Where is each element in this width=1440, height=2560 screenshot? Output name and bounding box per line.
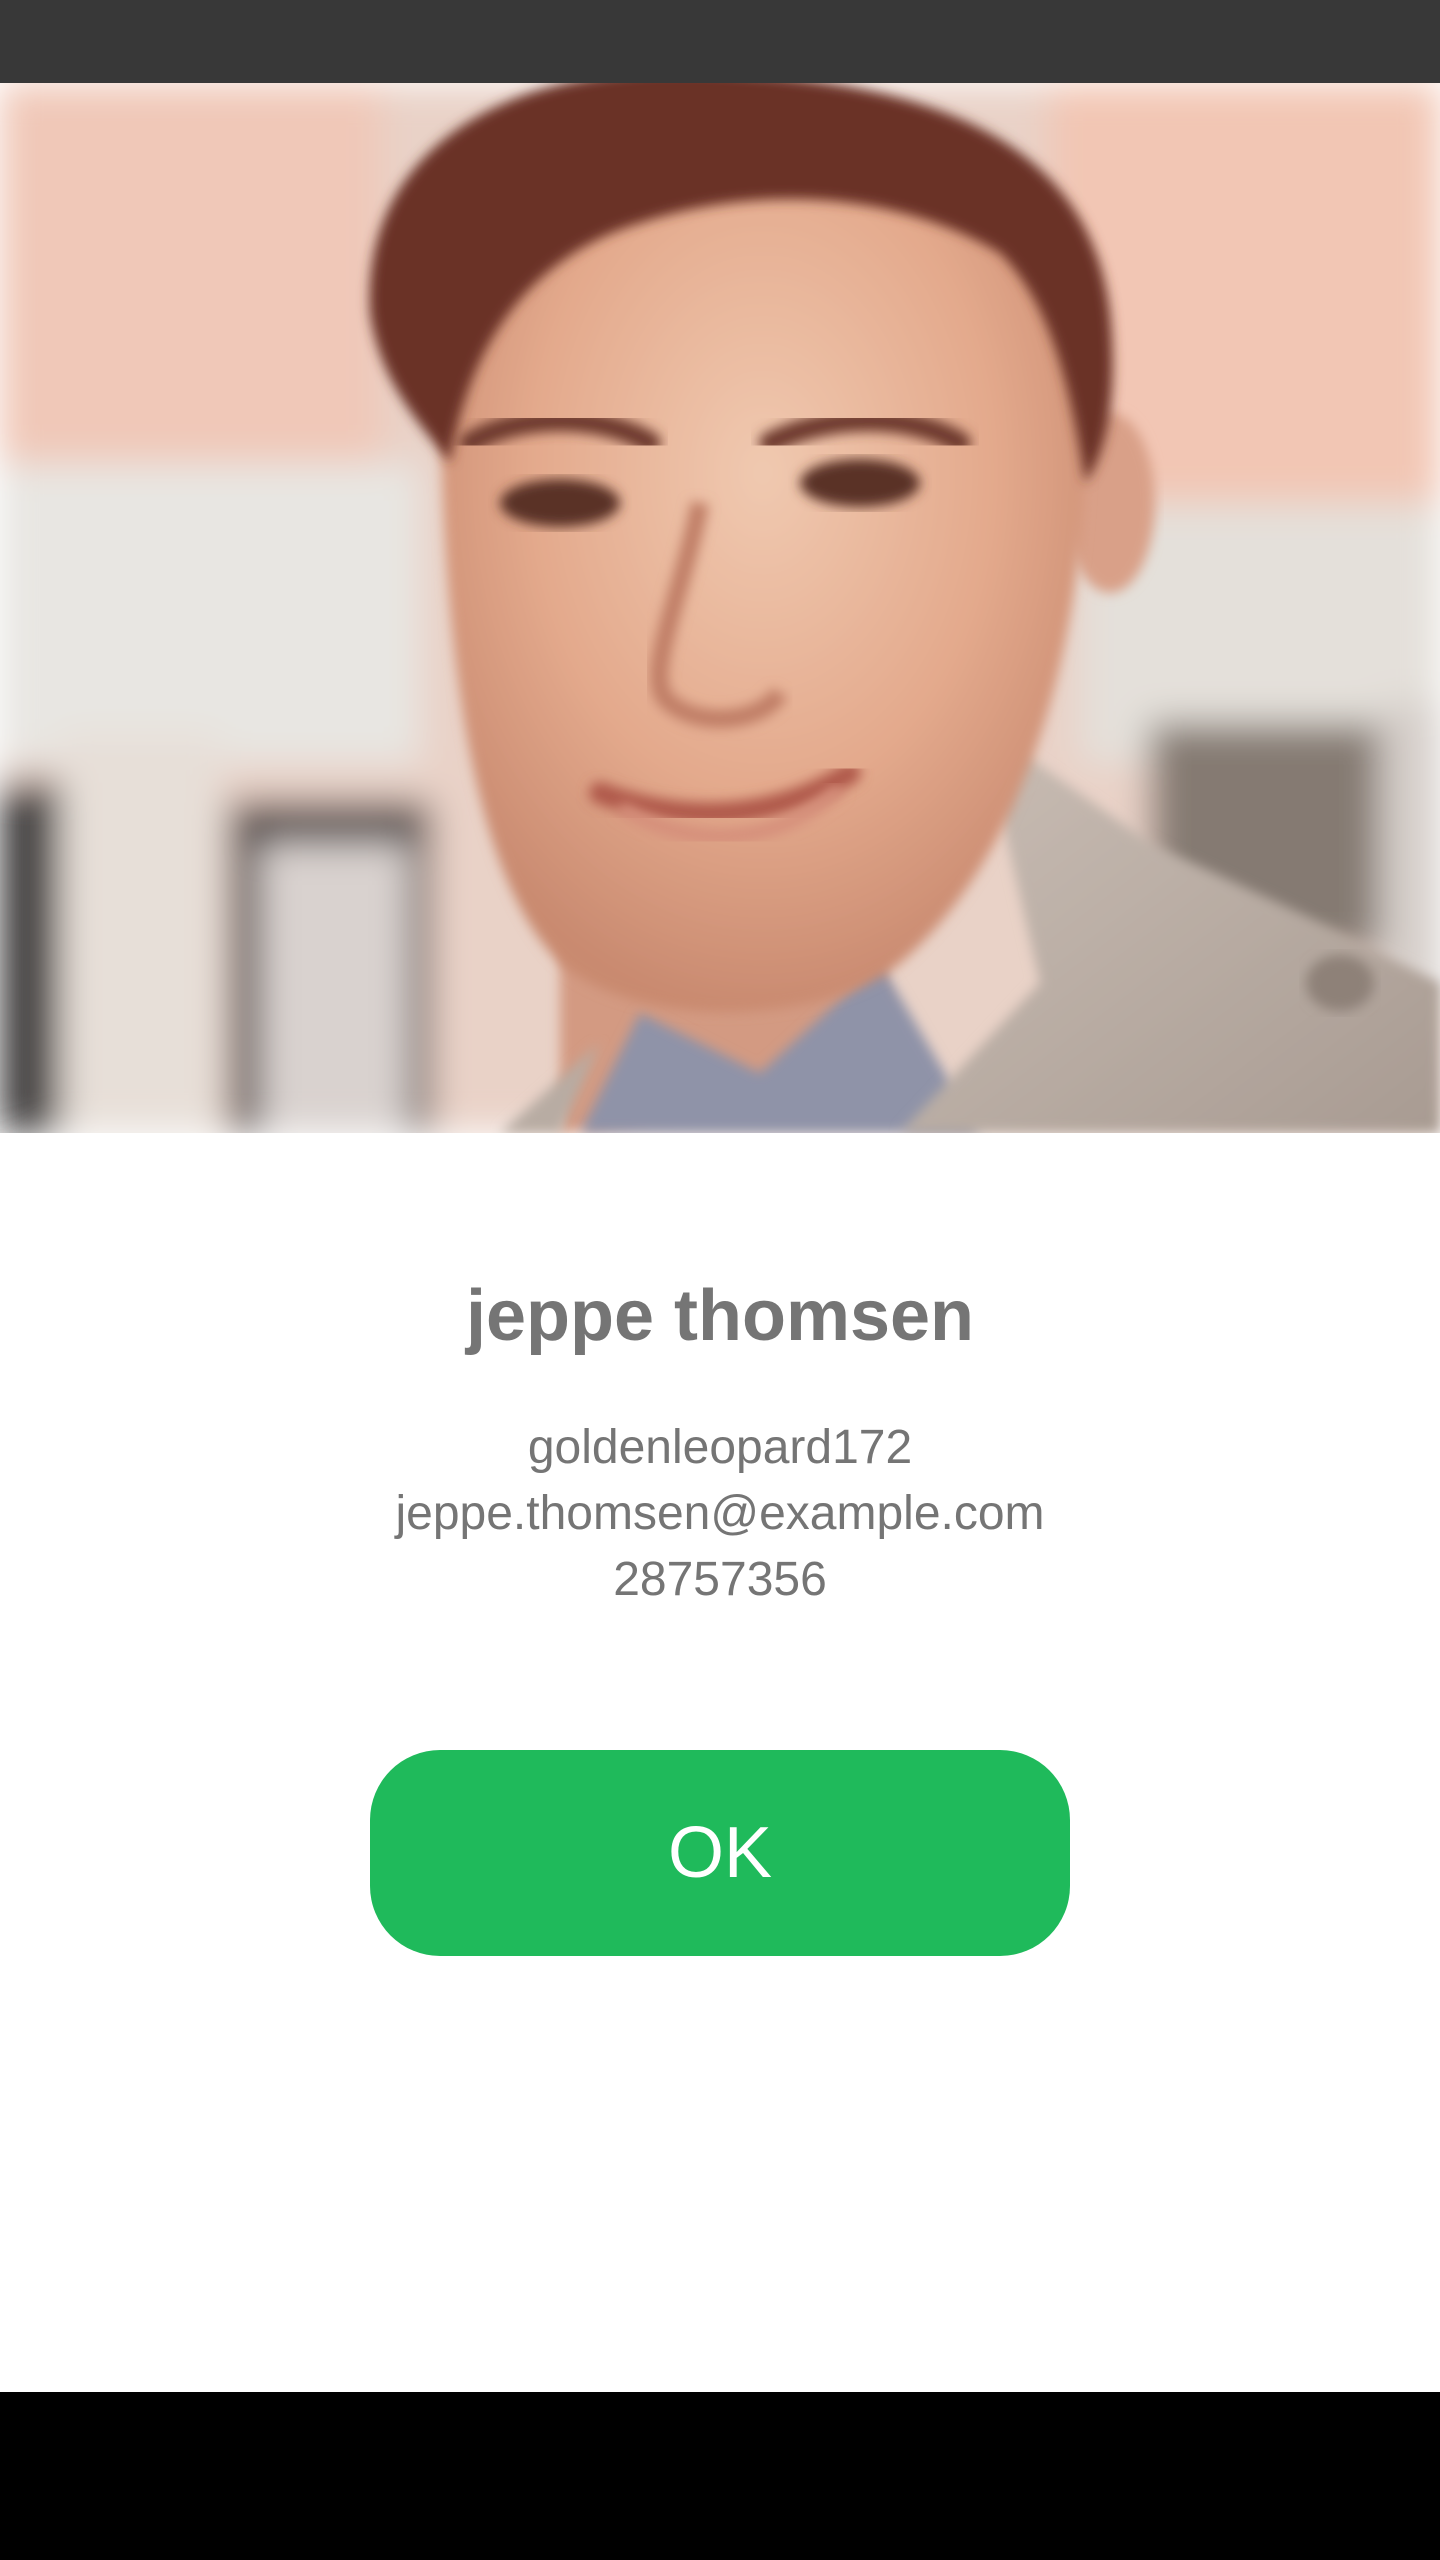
profile-username: goldenleopard172 [527,1421,913,1474]
profile-phone: 28757356 [613,1553,827,1606]
ok-button[interactable]: OK [370,1750,1070,1956]
profile-dialog-screen: jeppe thomsen goldenleopard172 jeppe.tho… [0,0,1440,2560]
status-bar [0,0,1440,83]
profile-photo [0,83,1440,1133]
profile-name: jeppe thomsen [465,1276,975,1356]
navigation-bar [0,2392,1440,2560]
profile-email: jeppe.thomsen@example.com [395,1487,1045,1540]
profile-details: goldenleopard172 jeppe.thomsen@example.c… [0,1415,1440,1613]
profile-photo-illustration [0,83,1440,1133]
